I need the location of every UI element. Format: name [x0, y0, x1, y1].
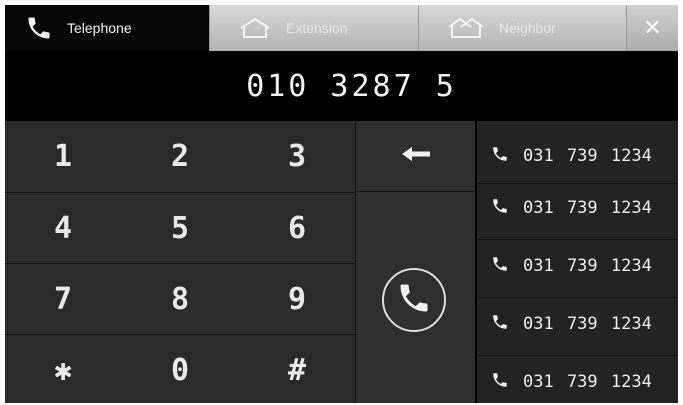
key-4[interactable]: 4	[5, 193, 121, 263]
tab-telephone[interactable]: Telephone	[5, 5, 209, 51]
intercom-screen: Telephone Extension Neighbor ✕ 010 3287 …	[5, 5, 678, 403]
tab-telephone-label: Telephone	[67, 20, 132, 36]
phone-icon	[25, 14, 53, 42]
recent-divider	[477, 239, 678, 240]
phone-icon	[491, 371, 509, 393]
house-outline-icon	[238, 17, 272, 39]
key-hash[interactable]: #	[239, 335, 355, 403]
key-star[interactable]: ✱	[5, 335, 121, 403]
key-5[interactable]: 5	[122, 193, 238, 263]
recent-divider	[477, 297, 678, 298]
key-6[interactable]: 6	[239, 193, 355, 263]
recent-call-number: 031 739 1234	[523, 256, 652, 276]
phone-icon	[491, 313, 509, 335]
phone-icon	[491, 145, 509, 167]
recent-call-number: 031 739 1234	[523, 314, 652, 334]
key-7[interactable]: 7	[5, 264, 121, 334]
recent-call-item[interactable]: 031 739 1234	[477, 299, 678, 349]
call-button[interactable]	[382, 268, 446, 332]
recent-call-number: 031 739 1234	[523, 198, 652, 218]
tab-extension-label: Extension	[286, 20, 348, 36]
neighbor-houses-icon	[447, 17, 485, 39]
dialed-number-display: 010 3287 5	[5, 51, 678, 121]
backspace-button[interactable]	[356, 121, 475, 192]
phone-call-icon	[396, 280, 432, 320]
recent-call-item[interactable]: 031 739 1234	[477, 183, 678, 233]
recent-call-number: 031 739 1234	[523, 372, 652, 392]
recent-calls-list: 031 739 1234 031 739 1234 031 739 1234 0…	[475, 121, 678, 403]
recent-divider	[477, 355, 678, 356]
dialed-number: 010 3287 5	[246, 68, 457, 104]
key-9[interactable]: 9	[239, 264, 355, 334]
key-1[interactable]: 1	[5, 121, 121, 191]
backspace-arrow-icon	[400, 145, 432, 167]
phone-icon	[491, 197, 509, 219]
recent-call-item[interactable]: 031 739 1234	[477, 357, 678, 403]
recent-call-item[interactable]: 031 739 1234	[477, 131, 678, 181]
key-0[interactable]: 0	[122, 335, 238, 403]
close-icon: ✕	[643, 15, 662, 41]
tab-bar: Telephone Extension Neighbor ✕	[5, 5, 678, 51]
close-button[interactable]: ✕	[626, 5, 678, 51]
action-column	[355, 121, 475, 403]
tab-neighbor-label: Neighbor	[499, 20, 556, 36]
dial-keypad: 1 2 3 4 5 6 7 8 9 ✱ 0 #	[5, 121, 355, 403]
recent-call-item[interactable]: 031 739 1234	[477, 241, 678, 291]
tab-extension[interactable]: Extension	[209, 5, 418, 51]
key-2[interactable]: 2	[122, 121, 238, 191]
phone-icon	[491, 255, 509, 277]
tab-neighbor[interactable]: Neighbor	[418, 5, 626, 51]
recent-call-number: 031 739 1234	[523, 146, 652, 166]
key-8[interactable]: 8	[122, 264, 238, 334]
key-3[interactable]: 3	[239, 121, 355, 191]
